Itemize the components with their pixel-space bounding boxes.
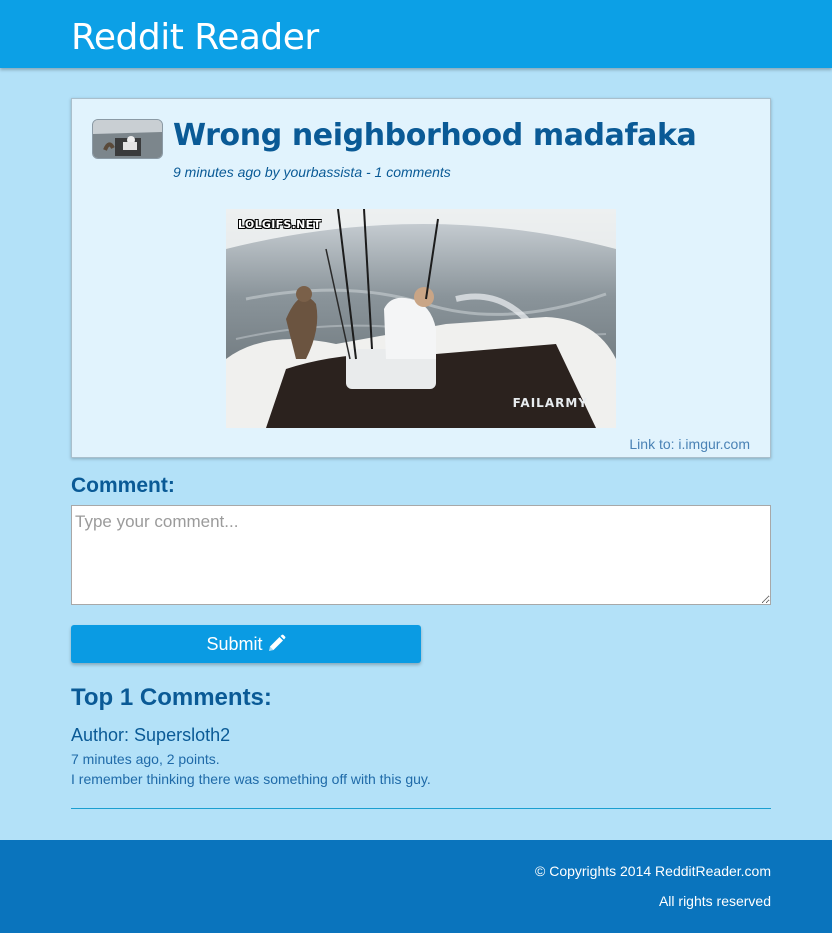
footer: © Copyrights 2014 RedditReader.com All r… [0,840,832,933]
top-comments-heading: Top 1 Comments: [71,684,272,711]
pencil-icon [266,634,286,654]
app-title[interactable]: Reddit Reader [71,17,319,59]
submit-button[interactable]: Submit [71,625,421,663]
image-watermark: FAILARMY [512,396,588,410]
post-image[interactable]: LOLGIFS.NET FAILARMY [226,209,616,428]
comment-heading: Comment: [71,474,175,497]
footer-rights: All rights reserved [658,893,771,909]
post-meta: 9 minutes ago by yourbassista - 1 commen… [173,164,451,180]
post-thumbnail[interactable] [92,119,163,159]
top-navbar: Reddit Reader [0,0,832,68]
comment-author[interactable]: Author: Supersloth2 [71,724,230,746]
post-title[interactable]: Wrong neighborhood madafaka [173,118,697,154]
comment-divider [71,808,771,809]
image-source-tag: LOLGIFS.NET [238,218,322,231]
source-link[interactable]: Link to: i.imgur.com [629,435,750,453]
comment-input[interactable] [71,505,771,605]
submit-label: Submit [206,633,263,654]
footer-copyright: © Copyrights 2014 RedditReader.com [535,863,771,879]
post-card: Wrong neighborhood madafaka 9 minutes ag… [71,98,771,458]
comment-meta: 7 minutes ago, 2 points. [71,751,220,767]
comment-text: I remember thinking there was something … [71,771,431,787]
